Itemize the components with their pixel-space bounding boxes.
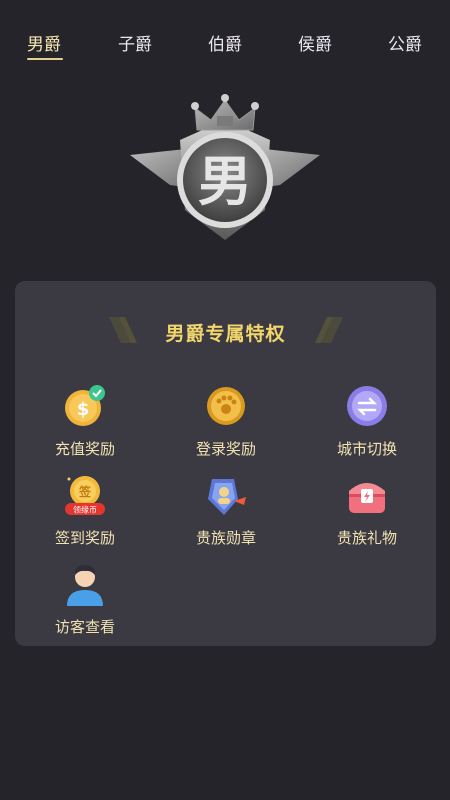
gold-coin-icon: [207, 387, 245, 425]
privilege-login-reward[interactable]: 登录奖励: [171, 384, 281, 469]
privilege-label: 访客查看: [54, 618, 115, 636]
tab-duke[interactable]: 公爵: [388, 30, 422, 55]
rank-badge: 男: [125, 90, 325, 250]
privilege-noble-medal[interactable]: 贵族勋章: [171, 473, 281, 558]
privilege-label: 登录奖励: [195, 440, 256, 458]
privilege-recharge-reward[interactable]: $ 充值奖励: [30, 384, 140, 469]
card-title: 男爵专属特权: [165, 323, 286, 345]
baron-badge-icon: 男: [130, 94, 320, 240]
privilege-sign-in-reward[interactable]: 签 领缘币 签到奖励: [30, 473, 140, 558]
tab-baron[interactable]: 男爵: [27, 30, 61, 55]
tab-earl[interactable]: 伯爵: [208, 30, 242, 55]
sign-in-coin-icon: 签 领缘币: [65, 476, 105, 515]
tab-viscount[interactable]: 子爵: [118, 30, 152, 55]
svg-text:$: $: [77, 399, 90, 420]
medal-icon: [208, 479, 246, 515]
privilege-label: 贵族勋章: [195, 529, 256, 547]
privileges-card: 男爵专属特权 $ 充值奖励 登录奖励 城市切换 签 领缘币 签到奖励 贵族勋章 …: [15, 281, 436, 646]
switch-arrows-icon: [347, 386, 387, 426]
privilege-label: 贵族礼物: [336, 529, 397, 547]
privilege-label: 充值奖励: [54, 440, 115, 458]
gift-chest-icon: [349, 483, 385, 513]
card-header: 男爵专属特权: [15, 311, 436, 351]
rank-tab-bar: 男爵 子爵 伯爵 侯爵 公爵: [0, 0, 450, 66]
privilege-city-switch[interactable]: 城市切换: [312, 384, 422, 469]
tab-marquis[interactable]: 侯爵: [298, 30, 332, 55]
sign-in-coin-text: 签: [78, 484, 92, 499]
badge-emblem-text: 男: [198, 150, 252, 213]
privilege-label: 城市切换: [336, 440, 397, 458]
coin-check-icon: $: [65, 385, 105, 426]
decor-slash-right-icon: [315, 317, 343, 343]
privilege-label: 签到奖励: [54, 529, 115, 547]
active-tab-indicator: [27, 58, 63, 60]
visitor-avatar-icon: [67, 565, 103, 606]
sign-in-tag: 领缘币: [73, 505, 97, 515]
privilege-visitor-view[interactable]: 访客查看: [30, 562, 140, 647]
privilege-noble-gift[interactable]: 贵族礼物: [312, 473, 422, 558]
